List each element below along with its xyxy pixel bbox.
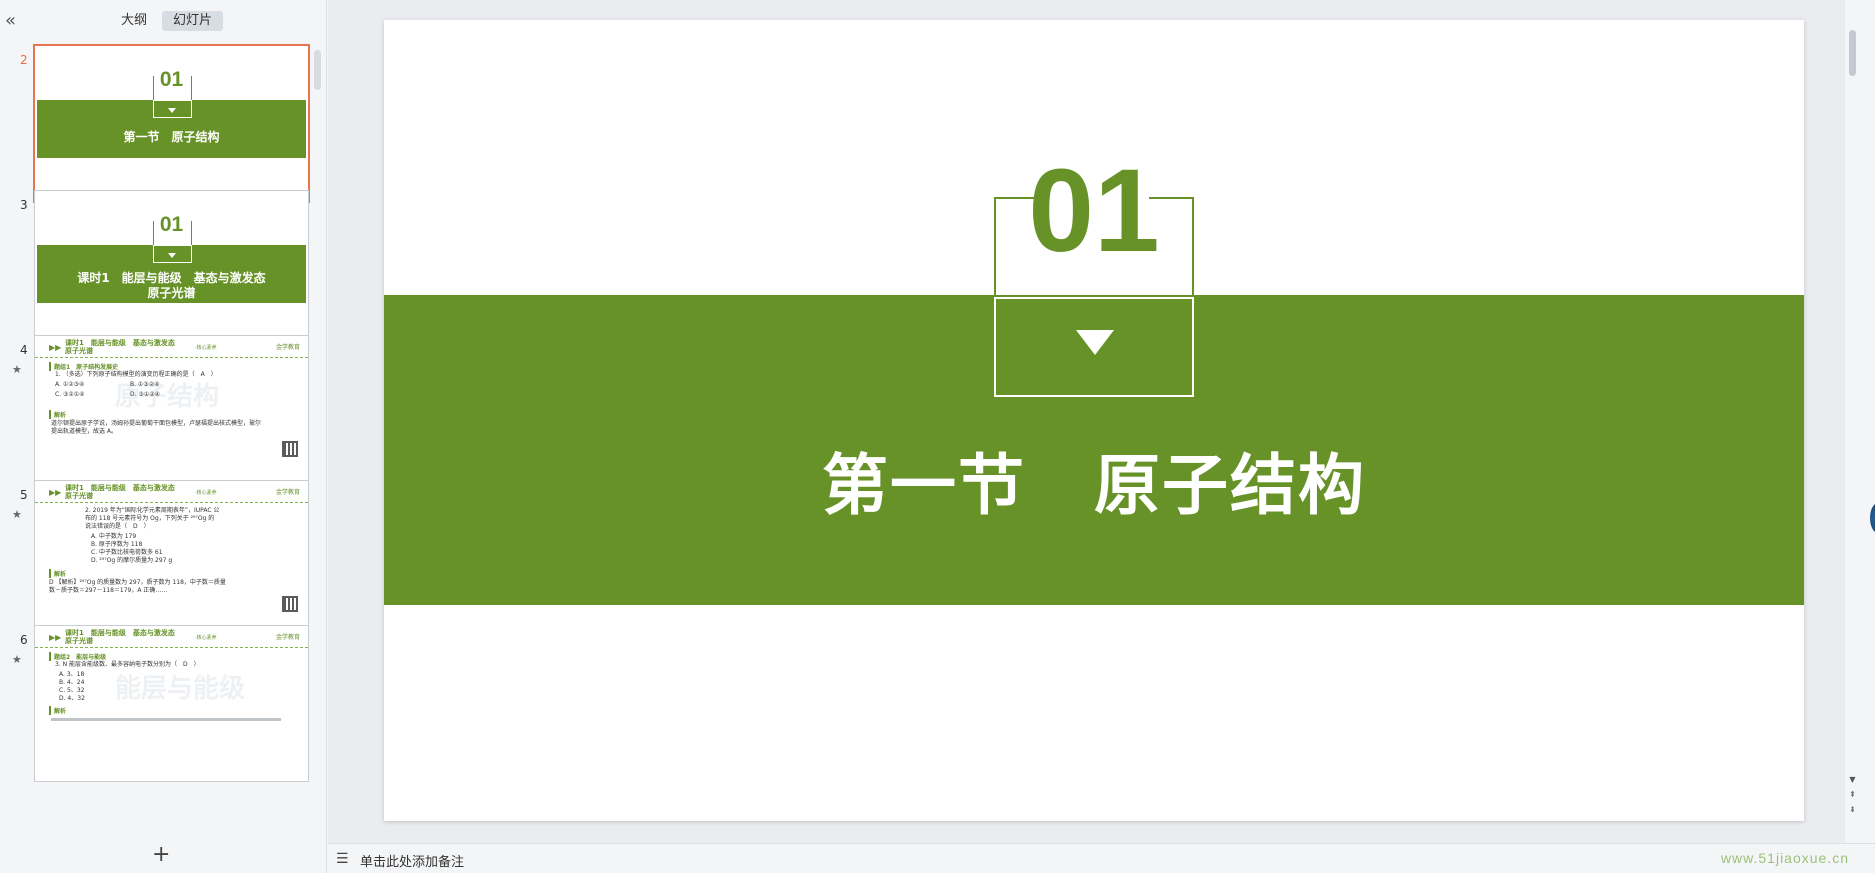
slide-number: 5 xyxy=(20,488,28,502)
thumb-title-line: 课时1 能层与能级 基态与激发态 xyxy=(77,271,266,285)
thumb-title: 课时1 能层与能级 基态与激发态 原子光谱 xyxy=(35,271,308,301)
thumb-option: D. 4、32 xyxy=(59,695,85,702)
thumb-logo: 金学教育 xyxy=(275,344,300,351)
thumb-title-line: 原子光谱 xyxy=(147,286,196,300)
thumb-header-mid: ·核心素养 xyxy=(195,635,217,641)
vertical-scrollbar[interactable]: ▼ ⇞ ⇟ xyxy=(1845,0,1860,843)
thumb-section: 解析 xyxy=(49,706,66,715)
thumb-section: 题组1 原子结构发展史 xyxy=(49,362,118,371)
slide-number: 3 xyxy=(20,198,28,212)
thumb-option: B. 原子序数为 118 xyxy=(91,541,143,548)
thumbnail-row: 4 ★ ▶▶ 课时1 能层与能级 基态与激发态 原子光谱 ·核心素养 金学教育 … xyxy=(0,335,312,495)
thumb-option: B. ①③②④ xyxy=(130,381,160,388)
thumb-question: 1. （多选）下列原子结构模型的演变历程正确的是（ A ） xyxy=(55,371,217,378)
thumb-option: C. 中子数比核电荷数多 61 xyxy=(91,549,163,556)
add-notes-placeholder[interactable]: 单击此处添加备注 xyxy=(360,851,464,870)
thumb-watermark: 能层与能级 xyxy=(115,674,246,704)
thumb-question: 3. N 能层含能级数、最多容纳电子数分别为（ D ） xyxy=(55,661,200,668)
thumb-option: A. 中子数为 179 xyxy=(91,533,137,540)
current-slide[interactable]: 01 第一节 原子结构 xyxy=(384,20,1804,821)
scrollbar-thumb[interactable] xyxy=(1849,30,1856,76)
animation-star-icon: ★ xyxy=(12,653,22,666)
double-arrow-icon: ▶▶ xyxy=(49,633,62,642)
site-watermark: www.51jiaoxue.cn xyxy=(1720,850,1849,866)
thumb-question: 2. 2019 年为“国际化学元素周期表年”，IUPAC 公布的 118 号元素… xyxy=(85,507,220,530)
thumb-title: 第一节 原子结构 xyxy=(123,130,220,144)
notes-bar: ☰ 单击此处添加备注 www.51jiaoxue.cn xyxy=(328,843,1875,873)
thumb-option: C. 5、32 xyxy=(59,687,85,694)
thumb-logo: 金学教育 xyxy=(275,489,300,496)
thumb-option: C. ③②①④ xyxy=(55,391,85,398)
thumb-option: A. ①②③④ xyxy=(55,381,85,388)
thumb-option: D. ③①②④ xyxy=(130,391,160,398)
thumb-answer: D 【解析】²⁹⁷Og 的质量数为 297，质子数为 118，中子数＝质量数－质… xyxy=(49,579,226,594)
thumb-header-title: 课时1 能层与能级 基态与激发态 原子光谱 xyxy=(65,484,175,500)
animation-star-icon: ★ xyxy=(12,363,22,376)
thumb-header-title-line: 课时1 能层与能级 基态与激发态 xyxy=(65,629,175,637)
triangle-down-icon xyxy=(1076,330,1114,355)
slide-title[interactable]: 第一节 原子结构 xyxy=(384,432,1804,528)
thumbnail-row: 2 01 第一节 原子结构 xyxy=(0,44,312,205)
thumb-header-title-line: 原子光谱 xyxy=(65,492,93,500)
slide-canvas-area: 01 第一节 原子结构 ▼ ⇞ ⇟ xyxy=(328,0,1860,843)
slide-panel: « 大纲 幻灯片 2 01 第一节 原子结构 3 01 课时1 能层与能级 基态… xyxy=(0,0,327,873)
add-slide-button[interactable]: + xyxy=(152,842,170,867)
notes-list-icon[interactable]: ☰ xyxy=(336,851,349,867)
triangle-down-icon xyxy=(168,108,176,113)
thumb-header-mid: ·核心素养 xyxy=(195,490,217,496)
thumbnail-list: 2 01 第一节 原子结构 3 01 课时1 能层与能级 基态与激发态 原子光谱… xyxy=(0,40,312,838)
thumbnail-row: 3 01 课时1 能层与能级 基态与激发态 原子光谱 xyxy=(0,190,312,350)
slide-number: 2 xyxy=(20,53,28,67)
section-number[interactable]: 01 xyxy=(984,146,1204,276)
collapse-panel-icon[interactable]: « xyxy=(5,10,23,32)
tab-slides[interactable]: 幻灯片 xyxy=(162,11,224,31)
thumb-header-title-line: 课时1 能层与能级 基态与激发态 xyxy=(65,484,175,492)
thumb-header: ▶▶ 课时1 能层与能级 基态与激发态 原子光谱 ·核心素养 金学教育 xyxy=(35,481,308,503)
double-arrow-icon: ▶▶ xyxy=(49,343,62,352)
thumbnail-row: 5 ★ ▶▶ 课时1 能层与能级 基态与激发态 原子光谱 ·核心素养 金学教育 … xyxy=(0,480,312,640)
animation-star-icon: ★ xyxy=(12,508,22,521)
thumb-logo: 金学教育 xyxy=(275,634,300,641)
slide-thumbnail[interactable]: 01 课时1 能层与能级 基态与激发态 原子光谱 xyxy=(34,190,309,347)
thumb-section-number: 01 xyxy=(159,68,184,91)
triangle-down-icon xyxy=(168,253,176,258)
slide-number: 6 xyxy=(20,633,28,647)
slide-thumbnail[interactable]: 01 第一节 原子结构 xyxy=(33,44,310,203)
tab-outline[interactable]: 大纲 xyxy=(110,11,158,31)
thumbnail-row: 6 ★ ▶▶ 课时1 能层与能级 基态与激发态 原子光谱 ·核心素养 金学教育 … xyxy=(0,625,312,785)
thumb-header-mid: ·核心素养 xyxy=(195,345,217,351)
thumb-section: 解析 xyxy=(49,569,66,578)
thumb-section: 题组2 能层与能级 xyxy=(49,652,106,661)
thumb-option: B. 4、24 xyxy=(59,679,85,686)
presentation-app: « 大纲 幻灯片 2 01 第一节 原子结构 3 01 课时1 能层与能级 基态… xyxy=(0,0,1875,873)
slide-number: 4 xyxy=(20,343,28,357)
next-slide-icon[interactable]: ⇟ xyxy=(1846,805,1859,814)
scroll-down-icon[interactable]: ▼ xyxy=(1846,775,1859,784)
slide-thumbnail[interactable]: ▶▶ 课时1 能层与能级 基态与激发态 原子光谱 ·核心素养 金学教育 原子结构… xyxy=(34,335,309,492)
qr-code-icon xyxy=(282,596,298,612)
thumb-section: 解析 xyxy=(49,410,66,419)
thumb-text-line xyxy=(51,718,281,721)
previous-slide-icon[interactable]: ⇞ xyxy=(1846,790,1859,799)
thumb-option: A. 3、18 xyxy=(59,671,85,678)
thumb-header: ▶▶ 课时1 能层与能级 基态与激发态 原子光谱 ·核心素养 金学教育 xyxy=(35,336,308,358)
thumb-header-title-line: 原子光谱 xyxy=(65,347,93,355)
thumb-header: ▶▶ 课时1 能层与能级 基态与激发态 原子光谱 ·核心素养 金学教育 xyxy=(35,626,308,648)
slide-thumbnail[interactable]: ▶▶ 课时1 能层与能级 基态与激发态 原子光谱 ·核心素养 金学教育 能层与能… xyxy=(34,625,309,782)
thumb-header-title-line: 课时1 能层与能级 基态与激发态 xyxy=(65,339,175,347)
thumbnail-scrollbar[interactable] xyxy=(314,50,321,90)
thumb-header-title: 课时1 能层与能级 基态与激发态 原子光谱 xyxy=(65,339,175,355)
qr-code-icon xyxy=(282,441,298,457)
thumb-header-title: 课时1 能层与能级 基态与激发态 原子光谱 xyxy=(65,629,175,645)
floating-assistant-icon[interactable] xyxy=(1870,503,1875,533)
thumb-section-number: 01 xyxy=(159,213,184,236)
thumb-answer: 道尔顿提出原子学说，汤姆孙提出葡萄干面包模型，卢瑟福提出核式模型，玻尔提出轨道模… xyxy=(51,420,262,435)
panel-tabs: 大纲 幻灯片 xyxy=(110,11,224,31)
slide-thumbnail[interactable]: ▶▶ 课时1 能层与能级 基态与激发态 原子光谱 ·核心素养 金学教育 2. 2… xyxy=(34,480,309,637)
thumb-header-title-line: 原子光谱 xyxy=(65,637,93,645)
thumb-option: D. ²⁹⁷Og 的摩尔质量为 297 g xyxy=(91,557,173,564)
double-arrow-icon: ▶▶ xyxy=(49,488,62,497)
